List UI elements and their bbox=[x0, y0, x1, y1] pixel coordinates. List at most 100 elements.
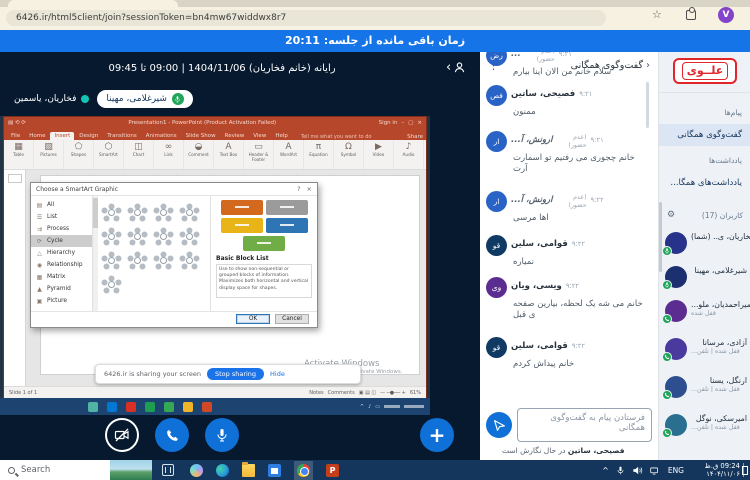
chat-messages[interactable]: رض ... (عدم حضور) ۹:۲۱ سلام خانم من الان… bbox=[480, 52, 652, 376]
keyboard-language[interactable]: ENG bbox=[668, 466, 684, 475]
speaker-tab-fakharian[interactable]: فخاریان، یاسمین bbox=[14, 94, 90, 104]
notes-button[interactable]: Notes bbox=[309, 390, 323, 396]
slide-thumbnail[interactable] bbox=[8, 174, 22, 183]
hide-link[interactable]: Hide bbox=[270, 370, 285, 378]
manage-users-gear-icon[interactable]: ⚙ bbox=[667, 210, 675, 220]
leave-audio-button[interactable] bbox=[155, 418, 189, 452]
smartart-thumb[interactable] bbox=[178, 224, 200, 246]
browser-tab[interactable] bbox=[8, 0, 178, 7]
ribbon-group[interactable]: ⬠ Shapes bbox=[64, 140, 94, 169]
taskbar-clock[interactable]: 09:24 ق.ظ ۱۴۰۴/۱۱/۰۶ bbox=[686, 462, 740, 479]
view-icons[interactable]: ▣ ▤ ◫ bbox=[359, 390, 376, 396]
close-icon[interactable]: × bbox=[307, 185, 312, 193]
smartart-thumb[interactable] bbox=[152, 248, 174, 270]
smartart-thumb[interactable] bbox=[178, 200, 200, 222]
task-view-icon[interactable] bbox=[162, 464, 174, 476]
ribbon-group[interactable]: Α WordArt bbox=[274, 140, 304, 169]
category-picture[interactable]: ▣ Picture bbox=[31, 295, 92, 307]
send-message-button[interactable] bbox=[486, 412, 512, 438]
ribbon-group[interactable]: ∞ Link bbox=[154, 140, 184, 169]
user-row[interactable]: میراحمدیان، ملو... قفل شده bbox=[659, 300, 750, 324]
comments-button[interactable]: Comments bbox=[328, 390, 355, 396]
tray-network-icon[interactable] bbox=[650, 465, 661, 475]
toggle-userlist-button[interactable]: ‹ bbox=[446, 60, 466, 75]
ribbon-group[interactable]: ◫ Chart bbox=[124, 140, 154, 169]
sidebar-item-shared-notes[interactable]: یادداشت‌های همگا... bbox=[659, 172, 750, 194]
category-list[interactable]: ☰ List bbox=[31, 211, 92, 223]
url-bar[interactable]: 6426.ir/html5client/join?sessionToken=bn… bbox=[6, 10, 606, 26]
stop-sharing-button[interactable]: Stop sharing bbox=[206, 368, 265, 380]
ribbon-group[interactable]: ◒ Comment bbox=[184, 140, 214, 169]
cancel-button[interactable]: Cancel bbox=[275, 314, 309, 324]
category-relationship[interactable]: ◉ Relationship bbox=[31, 259, 92, 271]
ribbon-group[interactable]: ▶ Video bbox=[364, 140, 394, 169]
user-row[interactable]: آزادی، مرسانا قفل شده | تلفن... bbox=[659, 338, 750, 362]
ribbon-group[interactable]: ▨ Pictures bbox=[34, 140, 64, 169]
category-all[interactable]: ▤ All bbox=[31, 199, 92, 211]
slide-thumbnails-pane[interactable] bbox=[4, 170, 26, 386]
smartart-thumb[interactable] bbox=[100, 224, 122, 246]
category-cycle[interactable]: ⟳ Cycle bbox=[31, 235, 92, 247]
user-row[interactable]: شیرغلامی، مهینا bbox=[659, 266, 750, 290]
ribbon-group[interactable]: ▭ Header & Footer bbox=[244, 140, 274, 169]
minimize-icon[interactable]: – bbox=[401, 120, 404, 126]
category-matrix[interactable]: ▦ Matrix bbox=[31, 271, 92, 283]
ppt-tab-insert[interactable]: Insert bbox=[50, 132, 75, 140]
ribbon-group[interactable]: ▦ Table bbox=[4, 140, 34, 169]
action-center-icon[interactable] bbox=[742, 463, 750, 477]
maximize-icon[interactable]: ▢ bbox=[408, 120, 413, 126]
actions-plus-button[interactable]: + bbox=[420, 418, 454, 452]
smartart-thumb[interactable] bbox=[152, 200, 174, 222]
zoom-slider[interactable]: — ─●── + bbox=[380, 390, 406, 396]
close-icon[interactable]: × bbox=[417, 120, 422, 126]
file-explorer-icon[interactable] bbox=[242, 461, 255, 477]
copilot-icon[interactable] bbox=[190, 463, 203, 477]
ppt-tab-slideshow[interactable]: Slide Show bbox=[182, 132, 220, 140]
microsoft-store-icon[interactable] bbox=[268, 463, 281, 477]
ppt-tab-transitions[interactable]: Transitions bbox=[103, 132, 140, 140]
category-process[interactable]: ⇉ Process bbox=[31, 223, 92, 235]
user-row[interactable]: فخاریان، ی.. (شما) bbox=[659, 232, 750, 256]
user-row[interactable]: ارنگل، یسنا قفل شده | تلفن... bbox=[659, 376, 750, 400]
tray-expand-icon[interactable]: ^ bbox=[602, 466, 609, 475]
camera-off-button[interactable] bbox=[105, 418, 139, 452]
smartart-thumb[interactable] bbox=[100, 200, 122, 222]
tray-volume-icon[interactable] bbox=[632, 465, 643, 476]
sidebar-item-public-chat[interactable]: گفت‌وگوی همگانی bbox=[659, 124, 750, 146]
ppt-tab-design[interactable]: Design bbox=[75, 132, 102, 140]
ppt-tab-home[interactable]: Home bbox=[25, 132, 49, 140]
ribbon-group[interactable]: ⬡ SmartArt bbox=[94, 140, 124, 169]
browser-profile-avatar[interactable]: V bbox=[718, 7, 734, 23]
smartart-thumb[interactable] bbox=[100, 272, 122, 294]
ppt-tab-file[interactable]: File bbox=[7, 132, 24, 140]
mute-button[interactable] bbox=[205, 418, 239, 452]
chrome-icon-active[interactable] bbox=[294, 460, 313, 480]
ribbon-group[interactable]: π Equation bbox=[304, 140, 334, 169]
taskbar-search-box[interactable]: Search bbox=[0, 460, 110, 480]
smartart-thumb[interactable] bbox=[126, 200, 148, 222]
chat-message-input[interactable] bbox=[517, 408, 652, 442]
ribbon-group[interactable]: Ω Symbol bbox=[334, 140, 364, 169]
tray-microphone-icon[interactable] bbox=[616, 465, 625, 476]
ribbon-group[interactable]: A Text Box bbox=[214, 140, 244, 169]
sign-in-link[interactable]: Sign in bbox=[379, 120, 398, 126]
zoom-level[interactable]: 61% bbox=[410, 390, 421, 396]
ppt-tab-view[interactable]: View bbox=[249, 132, 270, 140]
ppt-tab-help[interactable]: Help bbox=[271, 132, 292, 140]
ppt-tab-review[interactable]: Review bbox=[221, 132, 249, 140]
edge-icon[interactable] bbox=[216, 463, 229, 477]
search-highlights-image[interactable] bbox=[110, 460, 152, 480]
smartart-thumb[interactable] bbox=[152, 224, 174, 246]
powerpoint-icon[interactable]: P bbox=[326, 463, 339, 477]
ok-button[interactable]: OK bbox=[236, 314, 270, 324]
ribbon-group[interactable]: ♪ Audio bbox=[394, 140, 424, 169]
user-row[interactable]: امیرسکی، نوگل قفل شده | تلفن... bbox=[659, 414, 750, 438]
ppt-tab-animations[interactable]: Animations bbox=[142, 132, 181, 140]
extensions-icon[interactable] bbox=[686, 7, 696, 20]
speaker-tab-shirgholami[interactable]: شیرغلامی، مهینا bbox=[97, 90, 193, 108]
help-icon[interactable]: ? bbox=[297, 185, 300, 193]
smartart-thumb[interactable] bbox=[126, 248, 148, 270]
category-hierarchy[interactable]: △ Hierarchy bbox=[31, 247, 92, 259]
chat-scrollbar[interactable] bbox=[646, 82, 649, 128]
smartart-thumb[interactable] bbox=[178, 248, 200, 270]
